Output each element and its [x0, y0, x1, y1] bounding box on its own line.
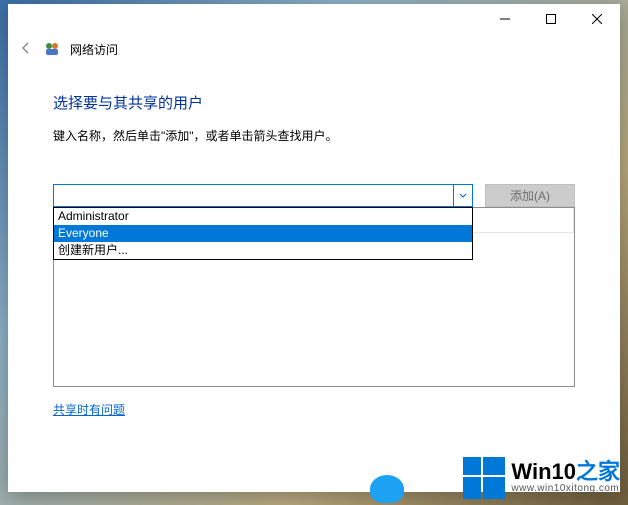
- dialog-title: 网络访问: [70, 41, 118, 58]
- minimize-button[interactable]: [482, 4, 528, 34]
- user-dropdown-list: Administrator Everyone 创建新用户...: [53, 207, 473, 260]
- dropdown-item-everyone[interactable]: Everyone: [54, 225, 472, 242]
- dialog-window: 网络访问 选择要与其共享的用户 键入名称，然后单击"添加"，或者单击箭头查找用户…: [8, 4, 620, 492]
- header-row: 网络访问: [8, 34, 620, 64]
- back-button[interactable]: [18, 40, 34, 59]
- watermark: Win10之家 www.win10xitong.com: [463, 457, 620, 499]
- sharing-trouble-link[interactable]: 共享时有问题: [53, 401, 125, 418]
- add-button[interactable]: 添加(A): [485, 184, 575, 207]
- user-name-input[interactable]: [53, 184, 473, 207]
- network-access-icon: [44, 41, 60, 57]
- dropdown-item-administrator[interactable]: Administrator: [54, 208, 472, 225]
- watermark-text: Win10之家 www.win10xitong.com: [511, 461, 620, 495]
- watermark-url: www.win10xitong.com: [511, 483, 620, 495]
- background-bird-icon: [370, 475, 404, 503]
- heading: 选择要与其共享的用户: [53, 92, 575, 113]
- windows-logo-icon: [463, 457, 505, 499]
- titlebar: [8, 4, 620, 34]
- dropdown-item-create-new-user[interactable]: 创建新用户...: [54, 242, 472, 259]
- maximize-button[interactable]: [528, 4, 574, 34]
- content-area: 选择要与其共享的用户 键入名称，然后单击"添加"，或者单击箭头查找用户。 Adm…: [8, 64, 620, 492]
- combobox-dropdown-button[interactable]: [453, 185, 472, 206]
- close-button[interactable]: [574, 4, 620, 34]
- user-combobox: Administrator Everyone 创建新用户...: [53, 184, 473, 207]
- user-input-row: Administrator Everyone 创建新用户... 添加(A): [53, 184, 575, 207]
- watermark-brand: Win10之家: [511, 461, 620, 483]
- instruction-text: 键入名称，然后单击"添加"，或者单击箭头查找用户。: [53, 127, 575, 144]
